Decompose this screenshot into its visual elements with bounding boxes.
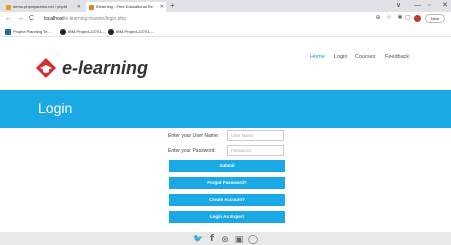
- phpmyadmin-favicon-icon: [6, 5, 11, 10]
- browser-tab-elearning[interactable]: Elearning - Free Educational Re ✕: [86, 2, 166, 12]
- password-input[interactable]: [227, 145, 284, 156]
- new-button[interactable]: New: [425, 14, 445, 23]
- bookmark-label: IBM-Project-22701-...: [68, 29, 107, 34]
- bookmark-item[interactable]: Project Planning Te...: [5, 27, 51, 36]
- bookmark-item[interactable]: IBM-Project-22701-...: [60, 27, 106, 36]
- bookmark-star-icon[interactable]: ☆: [386, 15, 392, 22]
- nav-feedback[interactable]: Feedback: [385, 53, 409, 61]
- back-icon[interactable]: ←: [5, 14, 12, 24]
- maximize-icon[interactable]: ▫: [428, 1, 430, 11]
- browser-tab-bar: demo.phpmyadmin.net / phpM ✕ Elearning -…: [0, 0, 451, 12]
- url-path: /e-learning-master/login.php: [63, 16, 126, 22]
- logo-diamond-icon: [36, 58, 56, 78]
- twitter-icon[interactable]: 🐦: [193, 234, 203, 244]
- nav-courses[interactable]: Courses: [355, 53, 375, 61]
- close-tab-icon[interactable]: ✕: [77, 2, 81, 12]
- new-tab-button[interactable]: +: [170, 1, 175, 11]
- github-icon[interactable]: ◯: [248, 234, 258, 244]
- minimize-icon[interactable]: —: [414, 1, 421, 11]
- browser-address-bar: ← → C localhost/e-learning-master/login.…: [0, 12, 451, 26]
- page-footer: 🐦 f ⊛ ▣ ◯: [0, 232, 451, 245]
- url-host: localhost: [44, 16, 64, 22]
- bookmark-item[interactable]: IBM-Project-22701-...: [108, 27, 154, 36]
- logo-text: e-learning: [62, 58, 149, 78]
- login-as-expert-button[interactable]: Login As Expert: [169, 211, 285, 223]
- tab-label: Elearning - Free Educational Re: [96, 4, 153, 9]
- nav-home[interactable]: Home: [310, 53, 325, 61]
- password-label: Enter your Password:: [168, 148, 216, 154]
- github-bookmark-icon: [108, 29, 114, 35]
- create-account-button[interactable]: Create Account?: [169, 194, 285, 206]
- reload-icon[interactable]: C: [29, 14, 34, 24]
- username-label: Enter your User Name:: [168, 133, 220, 139]
- bookmark-label: IBM-Project-22701-...: [116, 29, 155, 34]
- username-input[interactable]: [227, 130, 284, 141]
- profile-avatar[interactable]: [414, 15, 421, 22]
- bookmark-label: Project Planning Te...: [13, 29, 51, 34]
- browser-tab-phpmyadmin[interactable]: demo.phpmyadmin.net / phpM ✕: [3, 2, 83, 12]
- dribbble-icon[interactable]: ⊛: [220, 234, 230, 244]
- elearning-favicon-icon: [89, 5, 94, 10]
- submit-button[interactable]: Submit: [169, 160, 285, 172]
- github-bookmark-icon: [60, 29, 66, 35]
- bookmarks-bar: Project Planning Te... IBM-Project-22701…: [0, 26, 451, 37]
- tab-label: demo.phpmyadmin.net / phpM: [13, 4, 68, 9]
- bookmark-icon: [5, 29, 11, 35]
- close-window-icon[interactable]: ✕: [442, 1, 448, 11]
- page-title: Login: [38, 100, 73, 116]
- youtube-icon[interactable]: ▣: [234, 234, 244, 244]
- page-banner: Login: [0, 90, 451, 128]
- nav-login[interactable]: Login: [334, 53, 347, 61]
- tab-search-icon[interactable]: ∨: [396, 1, 401, 11]
- forward-icon[interactable]: →: [17, 14, 24, 24]
- close-tab-icon[interactable]: ✕: [160, 2, 164, 12]
- url-field[interactable]: localhost/e-learning-master/login.php: [44, 14, 126, 24]
- facebook-icon[interactable]: f: [207, 234, 217, 244]
- sidebar-icon[interactable]: ▢: [405, 15, 411, 22]
- zoom-icon[interactable]: ⊕: [375, 15, 381, 22]
- extensions-icon[interactable]: ✱: [397, 15, 403, 22]
- forgot-password-button[interactable]: Forgot Password?: [169, 177, 285, 189]
